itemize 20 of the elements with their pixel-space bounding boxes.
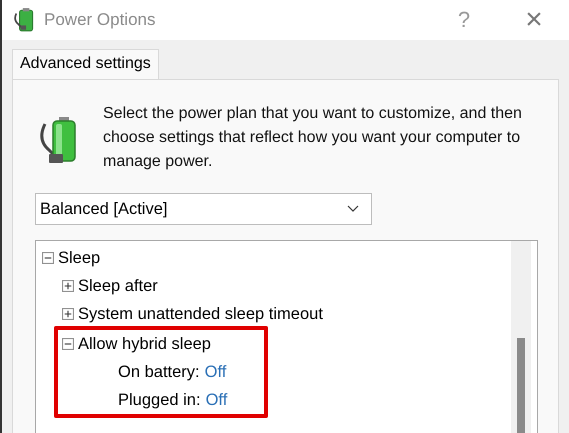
plan-dropdown[interactable]: Balanced [Active] [35, 193, 372, 225]
setting-label: Plugged in: [118, 390, 201, 410]
tree-item[interactable]: Sleep after [78, 276, 158, 296]
setting-label: On battery: [118, 362, 200, 382]
tab[interactable]: Advanced settings [12, 49, 159, 79]
tree-item[interactable]: Allow hybrid sleep [78, 334, 211, 354]
expand-icon[interactable] [62, 308, 74, 320]
description-text: Select the power plan that you want to customize, and then choose settings that reflect how you want your computer to manage power. [103, 104, 523, 172]
scrollbar[interactable] [511, 241, 531, 433]
scrollbar-thumb[interactable] [517, 338, 525, 433]
window-title: Power Options [44, 10, 156, 30]
expand-icon[interactable] [62, 280, 74, 292]
collapse-icon[interactable] [62, 338, 74, 350]
close-button[interactable]: × [499, 0, 569, 40]
tree-item[interactable]: System unattended sleep timeout [78, 304, 323, 324]
tree-item[interactable]: Sleep [58, 248, 100, 268]
setting-value-link[interactable]: Off [206, 390, 228, 410]
setting-value-link[interactable]: Off [204, 362, 226, 382]
caret-icon [347, 205, 359, 213]
collapse-icon[interactable] [42, 252, 54, 264]
